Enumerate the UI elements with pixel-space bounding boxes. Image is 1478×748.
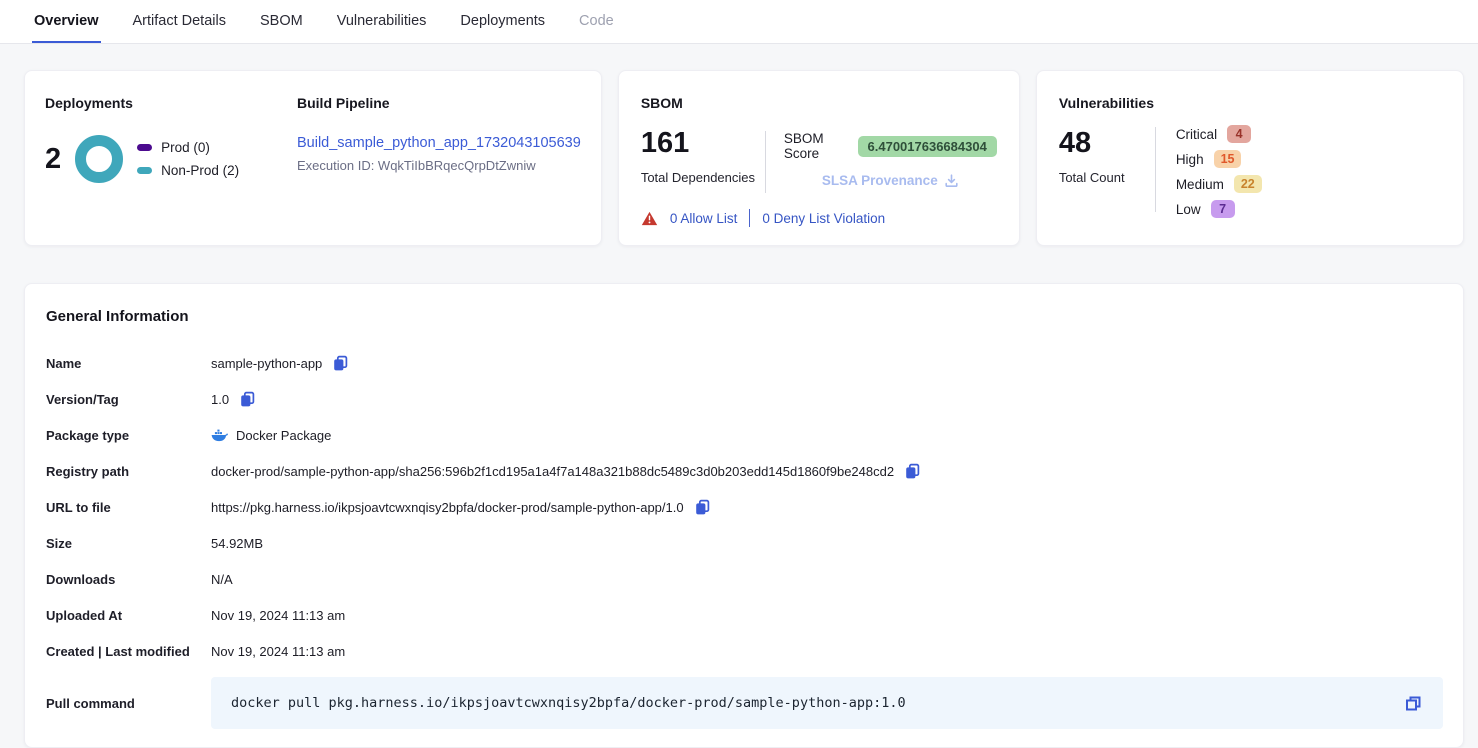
download-icon <box>944 173 959 188</box>
prod-swatch-icon <box>137 144 152 151</box>
deployments-title: Deployments <box>45 95 297 111</box>
summary-cards-row: Deployments 2 Prod (0) Non-Prod (2) <box>24 70 1464 246</box>
divider <box>749 209 750 227</box>
deployments-legend: Prod (0) Non-Prod (2) <box>137 140 239 178</box>
severity-row-low: Low 7 <box>1176 200 1262 218</box>
execution-id: Execution ID: WqkTiIbBRqecQrpDtZwniw <box>297 158 581 173</box>
build-pipeline-section: Build Pipeline Build_sample_python_app_1… <box>297 95 581 221</box>
sbom-total-section: 161 Total Dependencies <box>641 129 765 199</box>
tab-overview[interactable]: Overview <box>32 0 101 43</box>
build-pipeline-title: Build Pipeline <box>297 95 581 111</box>
info-row-created-modified: Created | Last modified Nov 19, 2024 11:… <box>46 633 1443 669</box>
severity-list: Critical 4 High 15 Medium 22 Low 7 <box>1156 125 1262 218</box>
pull-command-box: docker pull pkg.harness.io/ikpsjoavtcwxn… <box>211 677 1443 729</box>
deployments-card: Deployments 2 Prod (0) Non-Prod (2) <box>24 70 602 246</box>
sbom-total-label: Total Dependencies <box>641 170 765 185</box>
severity-count-badge: 22 <box>1234 175 1262 193</box>
info-row-name: Name sample-python-app <box>46 345 1443 381</box>
sbom-total: 161 <box>641 129 765 158</box>
vulnerabilities-total-section: 48 Total Count <box>1059 125 1155 218</box>
tab-artifact-details[interactable]: Artifact Details <box>131 0 228 43</box>
nonprod-swatch-icon <box>137 167 152 174</box>
info-row-registry-path: Registry path docker-prod/sample-python-… <box>46 453 1443 489</box>
downloads-value: N/A <box>211 572 233 587</box>
vulnerabilities-card: Vulnerabilities 48 Total Count Critical … <box>1036 70 1464 246</box>
tab-bar: Overview Artifact Details SBOM Vulnerabi… <box>0 0 1478 44</box>
info-row-version: Version/Tag 1.0 <box>46 381 1443 417</box>
slsa-provenance-link[interactable]: SLSA Provenance <box>822 173 959 188</box>
general-info-title: General Information <box>46 308 1443 325</box>
allow-list-link[interactable]: 0 Allow List <box>670 211 738 226</box>
deployments-donut-chart <box>75 135 123 183</box>
deployments-section: Deployments 2 Prod (0) Non-Prod (2) <box>45 95 297 221</box>
tab-sbom[interactable]: SBOM <box>258 0 305 43</box>
url-to-file-value: https://pkg.harness.io/ikpsjoavtcwxnqisy… <box>211 500 684 515</box>
sbom-score-badge: 6.470017636684304 <box>858 136 997 157</box>
tab-deployments[interactable]: Deployments <box>458 0 547 43</box>
legend-label: Non-Prod (2) <box>161 163 239 178</box>
uploaded-at-value: Nov 19, 2024 11:13 am <box>211 608 345 623</box>
copy-icon[interactable] <box>239 391 256 408</box>
sbom-score-section: SBOM Score 6.470017636684304 SLSA Proven… <box>766 129 997 199</box>
info-row-size: Size 54.92MB <box>46 525 1443 561</box>
version-value: 1.0 <box>211 392 229 407</box>
legend-label: Prod (0) <box>161 140 210 155</box>
name-value: sample-python-app <box>211 356 322 371</box>
info-row-pull-command: Pull command docker pull pkg.harness.io/… <box>46 677 1443 729</box>
copy-icon[interactable] <box>1404 694 1423 713</box>
registry-path-value: docker-prod/sample-python-app/sha256:596… <box>211 464 894 479</box>
copy-icon[interactable] <box>904 463 921 480</box>
general-info-card: General Information Name sample-python-a… <box>24 283 1464 748</box>
vulnerabilities-title: Vulnerabilities <box>1059 95 1441 111</box>
severity-row-medium: Medium 22 <box>1176 175 1262 193</box>
severity-label: Medium <box>1176 177 1224 192</box>
created-modified-value: Nov 19, 2024 11:13 am <box>211 644 345 659</box>
sbom-card: SBOM 161 Total Dependencies SBOM Score 6… <box>618 70 1020 246</box>
copy-icon[interactable] <box>332 355 349 372</box>
severity-row-critical: Critical 4 <box>1176 125 1262 143</box>
slsa-provenance-label: SLSA Provenance <box>822 173 938 188</box>
info-row-uploaded-at: Uploaded At Nov 19, 2024 11:13 am <box>46 597 1443 633</box>
sbom-lists-row: 0 Allow List 0 Deny List Violation <box>641 209 997 227</box>
warning-icon <box>641 211 658 226</box>
severity-label: Critical <box>1176 127 1217 142</box>
severity-count-badge: 15 <box>1214 150 1242 168</box>
package-type-value: Docker Package <box>236 428 331 443</box>
vulnerabilities-total: 48 <box>1059 129 1155 158</box>
pipeline-link[interactable]: Build_sample_python_app_1732043105639 <box>297 135 581 151</box>
pull-command-text: docker pull pkg.harness.io/ikpsjoavtcwxn… <box>231 695 1402 711</box>
severity-count-badge: 7 <box>1211 200 1235 218</box>
copy-icon[interactable] <box>694 499 711 516</box>
sbom-title: SBOM <box>641 95 997 111</box>
severity-row-high: High 15 <box>1176 150 1262 168</box>
tab-vulnerabilities[interactable]: Vulnerabilities <box>335 0 429 43</box>
deny-list-link[interactable]: 0 Deny List Violation <box>762 211 885 226</box>
severity-count-badge: 4 <box>1227 125 1251 143</box>
deployments-total: 2 <box>45 145 61 174</box>
sbom-score-label: SBOM Score <box>784 131 850 161</box>
legend-item-nonprod: Non-Prod (2) <box>137 163 239 178</box>
vulnerabilities-total-label: Total Count <box>1059 170 1155 185</box>
severity-label: Low <box>1176 202 1201 217</box>
info-row-package-type: Package type Docke <box>46 417 1443 453</box>
legend-item-prod: Prod (0) <box>137 140 239 155</box>
severity-label: High <box>1176 152 1204 167</box>
general-info-rows: Name sample-python-app Version/Tag 1.0 <box>46 345 1443 729</box>
docker-icon <box>211 429 228 442</box>
info-row-url: URL to file https://pkg.harness.io/ikpsj… <box>46 489 1443 525</box>
tab-code: Code <box>577 0 616 43</box>
info-row-downloads: Downloads N/A <box>46 561 1443 597</box>
size-value: 54.92MB <box>211 536 263 551</box>
overview-content: Deployments 2 Prod (0) Non-Prod (2) <box>0 44 1478 748</box>
